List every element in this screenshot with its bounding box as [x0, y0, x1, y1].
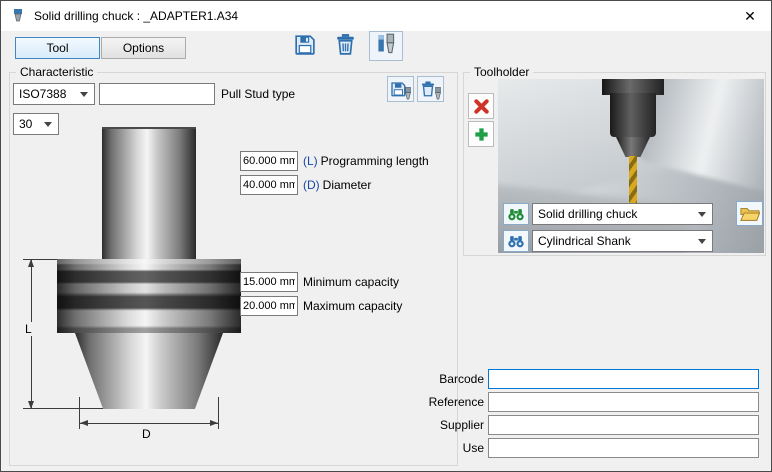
toolholder-group-label: Toolholder: [470, 65, 533, 79]
reference-input[interactable]: [488, 392, 759, 412]
taper-size-value: 30: [19, 117, 32, 131]
use-label: Use: [384, 441, 484, 455]
programming-length-label: (L)Programming length: [303, 154, 429, 168]
supplier-input[interactable]: [488, 415, 759, 435]
pull-stud-standard-select[interactable]: ISO7388: [13, 83, 95, 105]
remove-toolholder-button[interactable]: [468, 93, 494, 119]
pull-stud-standard-value: ISO7388: [19, 87, 66, 101]
reference-label: Reference: [384, 395, 484, 409]
minimum-capacity-label: Minimum capacity: [303, 275, 399, 289]
search-toolholder-button[interactable]: [503, 203, 529, 225]
shank-type-select[interactable]: Cylindrical Shank: [532, 230, 713, 252]
barcode-label: Barcode: [384, 372, 484, 386]
arrowhead-icon: [28, 259, 34, 267]
trash-icon: [333, 32, 358, 60]
save-tool-button[interactable]: [387, 76, 414, 102]
search-shank-button[interactable]: [503, 230, 529, 252]
dimension-l-label: L: [23, 322, 34, 336]
arrowhead-icon: [28, 401, 34, 409]
drill-tool-icon: [434, 87, 442, 100]
maximum-capacity-input[interactable]: [240, 296, 298, 316]
diameter-label: (D)Diameter: [303, 178, 371, 192]
close-icon[interactable]: ✕: [729, 1, 771, 31]
arrowhead-icon: [80, 420, 88, 426]
open-folder-icon: [740, 206, 760, 222]
green-plus-icon: [473, 126, 490, 143]
toolholder-type-value: Solid drilling chuck: [538, 207, 637, 221]
tab-options[interactable]: Options: [101, 37, 186, 59]
programming-length-input[interactable]: [240, 151, 298, 171]
tool-shank-cylinder: [102, 127, 196, 259]
app-icon: [10, 8, 26, 24]
tool-flange: [57, 259, 241, 333]
taper-size-select[interactable]: 30: [13, 113, 59, 135]
pull-stud-type-input[interactable]: [99, 83, 215, 105]
barcode-input[interactable]: [488, 369, 759, 389]
characteristic-group-label: Characteristic: [16, 65, 97, 79]
add-toolholder-button[interactable]: [468, 121, 494, 147]
pull-stud-type-label: Pull Stud type: [221, 87, 295, 101]
binoculars-icon: [507, 235, 525, 248]
dimension-d-label: D: [142, 427, 151, 441]
minimum-capacity-input[interactable]: [240, 272, 298, 292]
delete-button[interactable]: [329, 32, 361, 60]
arrowhead-icon: [210, 420, 218, 426]
save-button[interactable]: [288, 32, 320, 60]
use-input[interactable]: [488, 438, 759, 458]
delete-tool-button[interactable]: [417, 76, 444, 102]
shank-type-value: Cylindrical Shank: [538, 234, 631, 248]
tab-tool[interactable]: Tool: [15, 37, 100, 59]
chevron-down-icon: [44, 122, 52, 127]
red-x-icon: [473, 98, 490, 115]
dialog-window: Solid drilling chuck : _ADAPTER1.A34 ✕ T…: [0, 0, 772, 472]
chuck-body: [610, 93, 656, 137]
title-bar: Solid drilling chuck : _ADAPTER1.A34 ✕: [1, 1, 771, 31]
floppy-disk-icon: [292, 32, 317, 60]
toolholder-type-select[interactable]: Solid drilling chuck: [532, 203, 713, 225]
diameter-input[interactable]: [240, 175, 298, 195]
dimension-extension-line: [218, 397, 219, 429]
dimension-tick: [23, 408, 103, 409]
chevron-down-icon: [80, 92, 88, 97]
tool-gauge-icon: [373, 32, 399, 61]
chevron-down-icon: [698, 239, 706, 244]
binoculars-icon: [507, 208, 525, 221]
window-title: Solid drilling chuck : _ADAPTER1.A34: [34, 9, 238, 23]
drill-tool-icon: [404, 87, 412, 100]
dimension-d-line: [79, 423, 219, 424]
supplier-label: Supplier: [384, 418, 484, 432]
tool-manager-button[interactable]: [369, 31, 403, 61]
chevron-down-icon: [698, 212, 706, 217]
toolholder-photo: [498, 79, 764, 253]
maximum-capacity-label: Maximum capacity: [303, 299, 402, 313]
open-library-button[interactable]: [736, 201, 763, 226]
